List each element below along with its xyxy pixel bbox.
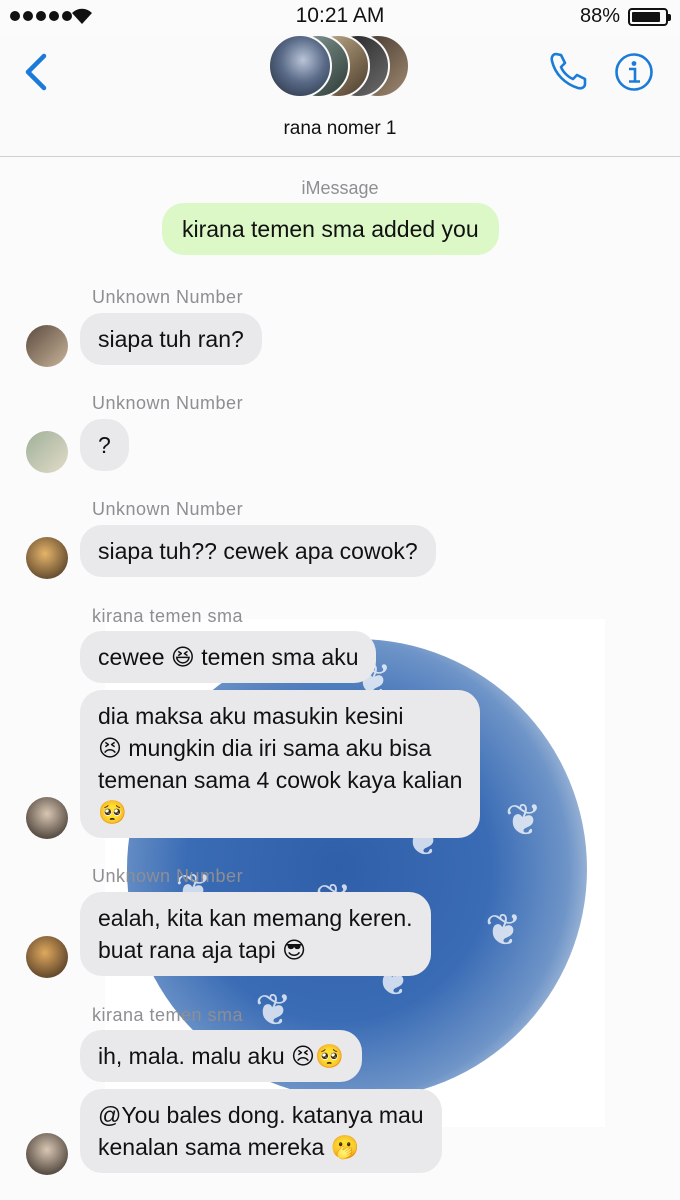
message-bubble[interactable]: @You bales dong. katanya mau kenalan sam… xyxy=(80,1089,442,1173)
info-icon[interactable] xyxy=(614,52,654,92)
conversation-header: rana nomer 1 xyxy=(0,34,680,157)
phone-icon[interactable] xyxy=(548,50,590,92)
message-bubble[interactable]: ih, mala. malu aku 😣🥺 xyxy=(80,1030,362,1082)
sender-name: Unknown Number xyxy=(92,393,244,413)
avatar[interactable] xyxy=(26,1133,68,1175)
service-label: iMessage xyxy=(301,178,379,198)
battery-icon xyxy=(628,8,671,26)
message-list[interactable]: ❦ ❦ ❦ ❦ ❦ ❦ ❦ ❦ ❦ ❦ ❦ iMessage kirana te… xyxy=(0,157,680,1200)
status-bar: 10:21 AM 88% xyxy=(0,0,680,34)
sender-name: Unknown Number xyxy=(92,287,244,307)
group-avatar xyxy=(268,34,332,98)
group-name[interactable]: rana nomer 1 xyxy=(0,118,680,140)
message-bubble[interactable]: cewee 😆 temen sma aku xyxy=(80,631,377,683)
message-bubble[interactable]: siapa tuh ran? xyxy=(80,313,262,365)
avatar[interactable] xyxy=(26,431,68,473)
sender-name: Unknown Number xyxy=(92,499,244,519)
sender-name: kirana temen sma xyxy=(92,606,244,626)
clock: 10:21 AM xyxy=(295,4,385,27)
sender-name: kirana temen sma xyxy=(92,1005,244,1025)
message-bubble[interactable]: ? xyxy=(80,419,129,471)
message-bubble[interactable]: ealah, kita kan memang keren. buat rana … xyxy=(80,892,431,976)
avatar[interactable] xyxy=(26,936,68,978)
avatar[interactable] xyxy=(26,537,68,579)
message-bubble[interactable]: dia maksa aku masukin kesini 😣 mungkin d… xyxy=(80,690,481,838)
group-avatars[interactable] xyxy=(268,34,418,102)
avatar[interactable] xyxy=(26,325,68,367)
sender-name: Unknown Number xyxy=(92,866,244,886)
back-chevron-icon[interactable] xyxy=(20,50,56,94)
system-message-bubble: kirana temen sma added you xyxy=(162,203,499,255)
message-bubble[interactable]: siapa tuh?? cewek apa cowok? xyxy=(80,525,436,577)
avatar[interactable] xyxy=(26,797,68,839)
battery-percentage: 88% xyxy=(579,5,620,27)
